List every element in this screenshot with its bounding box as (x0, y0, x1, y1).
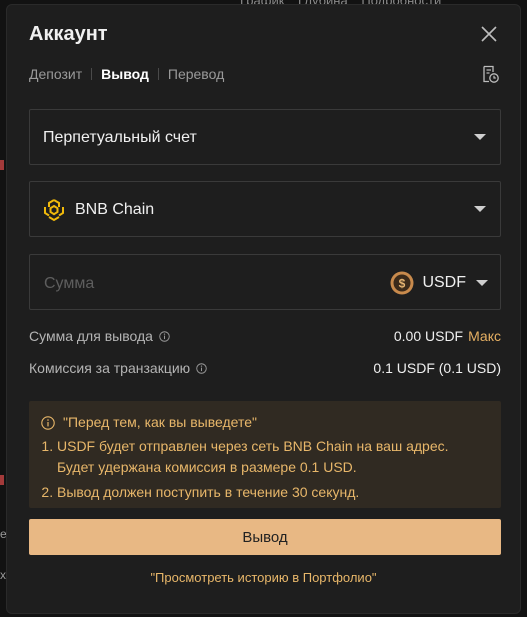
notice-item: USDF будет отправлен через сеть BNB Chai… (57, 436, 489, 478)
chevron-down-icon (476, 280, 488, 286)
token-select[interactable]: $ USDF (390, 269, 488, 297)
chevron-down-icon (474, 134, 486, 140)
background-red-mark (0, 475, 4, 485)
notice-header: "Перед тем, как вы выведете" (41, 412, 489, 433)
tab-bar: Депозит Вывод Перевод (29, 66, 224, 82)
amount-input[interactable] (42, 271, 346, 297)
info-icon[interactable] (196, 362, 207, 374)
network-select-value: BNB Chain (75, 201, 155, 218)
info-icon[interactable] (159, 330, 170, 342)
fee-label-group: Комиссия за транзакцию (29, 360, 207, 376)
info-icon (41, 415, 55, 430)
withdraw-notice: "Перед тем, как вы выведете" USDF будет … (29, 401, 501, 508)
fee-value: 0.1 USDF (0.1 USD) (373, 360, 501, 376)
withdraw-amount-value: 0.00 USDF (393, 328, 464, 344)
account-modal: Аккаунт Депозит Вывод Перевод Перпетуаль… (6, 4, 521, 614)
amount-field: $ USDF (29, 254, 501, 310)
background-red-mark (0, 160, 4, 170)
bnb-chain-icon (42, 198, 66, 222)
notice-item: Вывод должен поступить в течение 30 секу… (57, 482, 489, 503)
max-link[interactable]: Макс (468, 328, 501, 344)
account-select[interactable]: Перпетуальный счет (29, 109, 501, 165)
chevron-down-icon (474, 206, 486, 212)
withdraw-amount-row: Сумма для вывода 0.00 USDF Макс (29, 328, 501, 344)
tab-divider (157, 68, 159, 80)
withdraw-amount-label-group: Сумма для вывода (29, 328, 170, 344)
tab-withdraw[interactable]: Вывод (101, 66, 149, 82)
history-icon[interactable] (480, 64, 500, 84)
close-icon[interactable] (478, 23, 500, 45)
withdraw-amount-value-group: 0.00 USDF Макс (394, 328, 501, 344)
withdraw-amount-label: Сумма для вывода (29, 328, 153, 344)
modal-title: Аккаунт (29, 23, 108, 45)
notice-list: USDF будет отправлен через сеть BNB Chai… (41, 436, 489, 503)
account-select-value: Перпетуальный счет (43, 129, 197, 146)
tab-deposit[interactable]: Депозит (29, 66, 82, 82)
portfolio-history-link[interactable]: "Просмотреть историю в Портфолио" (7, 570, 520, 585)
network-select[interactable]: BNB Chain (29, 181, 501, 237)
tab-transfer[interactable]: Перевод (168, 66, 224, 82)
withdraw-button[interactable]: Вывод (29, 519, 501, 555)
notice-title: "Перед тем, как вы выведете" (63, 414, 257, 430)
usdf-token-icon: $ (390, 271, 414, 295)
fee-label: Комиссия за транзакцию (29, 360, 191, 376)
token-select-value: USDF (422, 274, 466, 291)
svg-text:$: $ (399, 277, 406, 291)
tab-divider (91, 68, 93, 80)
fee-row: Комиссия за транзакцию 0.1 USDF (0.1 USD… (29, 360, 501, 376)
